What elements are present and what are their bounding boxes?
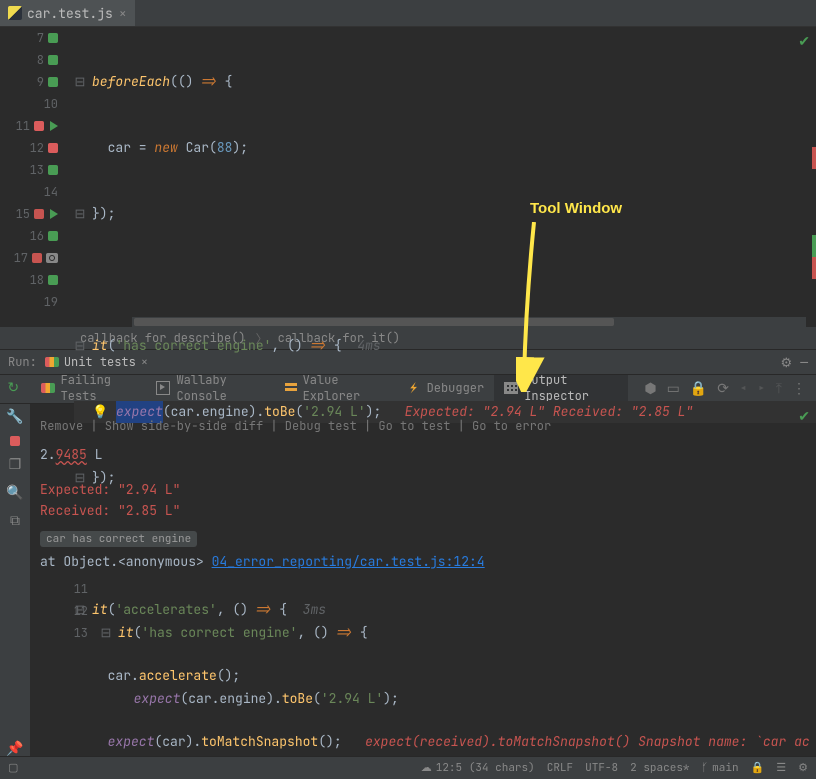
inspection-ok-icon: ✔ <box>798 408 810 426</box>
inline-time: 4ms <box>357 335 380 357</box>
test-name-tag: car has correct engine <box>40 531 197 547</box>
close-icon[interactable]: × <box>119 5 127 22</box>
filter-icon[interactable]: ⧉ <box>6 512 24 530</box>
ide-settings-icon[interactable]: ⚙ <box>798 761 808 775</box>
output-inspector-panel: 🔧 ❐ 🔍 ⧉ 📌 ✔ Remove | Show side-by-side d… <box>0 404 816 758</box>
output-body[interactable]: ✔ Remove | Show side-by-side diff | Debu… <box>30 404 816 758</box>
readonly-icon[interactable]: 🔒 <box>751 761 765 775</box>
fail-marker-icon <box>32 253 42 263</box>
coverage-marker-icon <box>48 165 58 175</box>
tool-window-toggle-icon[interactable]: ▢ <box>8 761 18 775</box>
indent[interactable]: 2 spaces* <box>630 761 689 775</box>
output-value: 2.9485 L <box>30 444 816 465</box>
fail-marker-icon <box>48 143 58 153</box>
horizontal-scrollbar[interactable] <box>132 317 806 327</box>
output-action-links[interactable]: Remove | Show side-by-side diff | Debug … <box>30 412 816 444</box>
stack-line: at Object.<anonymous> 04_error_reporting… <box>30 551 816 572</box>
tests-icon <box>41 383 55 393</box>
stop-icon[interactable] <box>10 436 20 446</box>
coverage-marker-icon <box>48 55 58 65</box>
wrench-icon[interactable]: 🔧 <box>6 408 24 426</box>
file-tab-name: car.test.js <box>27 5 113 22</box>
coverage-marker-icon <box>48 77 58 87</box>
fail-marker-icon <box>34 121 44 131</box>
output-side-toolbar: 🔧 ❐ 🔍 ⧉ 📌 <box>0 404 30 758</box>
output-code-snippet: 11 12 13 ⊟it('has correct engine', () =>… <box>30 578 816 758</box>
run-label: Run: <box>8 354 37 370</box>
coverage-marker-icon <box>48 231 58 241</box>
coverage-marker-icon <box>48 275 58 285</box>
stack-link[interactable]: 04_error_reporting/car.test.js:12:4 <box>212 553 485 570</box>
skip-fwd-icon[interactable]: ▸ <box>757 380 765 398</box>
fail-marker-icon <box>34 209 44 219</box>
code-area[interactable]: ⊟beforeEach(() => { car = new Car(88); ⊟… <box>64 27 816 327</box>
wallaby-icon <box>45 357 59 367</box>
run-test-icon[interactable] <box>50 121 58 131</box>
ide-notifications-icon[interactable]: ☰ <box>776 761 786 775</box>
code-editor[interactable]: ✔ 7 8 9 10 11 12 13 14 15 16 17 18 19 ⊟b… <box>0 27 816 327</box>
skip-back-icon[interactable]: ◂ <box>739 380 747 398</box>
console-icon <box>156 381 170 395</box>
file-tab[interactable]: car.test.js × <box>0 0 135 26</box>
git-branch[interactable]: ᚶ main <box>702 761 739 775</box>
run-test-icon[interactable] <box>50 209 58 219</box>
editor-tab-bar: car.test.js × <box>0 0 816 27</box>
layers-icon[interactable]: ❐ <box>6 456 24 474</box>
snapshot-icon[interactable] <box>46 253 58 263</box>
rerun-icon[interactable]: ↻ <box>4 379 22 397</box>
coverage-marker-icon <box>48 33 58 43</box>
encoding[interactable]: UTF-8 <box>585 761 618 775</box>
status-bar: ▢ ☁ 12:5 (34 chars) CRLF UTF-8 2 spaces*… <box>0 756 816 779</box>
background-tasks[interactable]: ☁ 12:5 (34 chars) <box>421 761 535 775</box>
editor-gutter: 7 8 9 10 11 12 13 14 15 16 17 18 19 <box>0 27 64 327</box>
export-icon[interactable]: ⤒ <box>776 380 782 398</box>
run-side-toolbar: ↻ <box>0 375 27 403</box>
search-icon[interactable]: 🔍 <box>6 484 24 502</box>
js-file-icon <box>8 6 22 20</box>
received-line: Received: "2.85 L" <box>30 500 816 521</box>
line-separator[interactable]: CRLF <box>547 761 573 775</box>
expected-line: Expected: "2.94 L" <box>30 479 816 500</box>
